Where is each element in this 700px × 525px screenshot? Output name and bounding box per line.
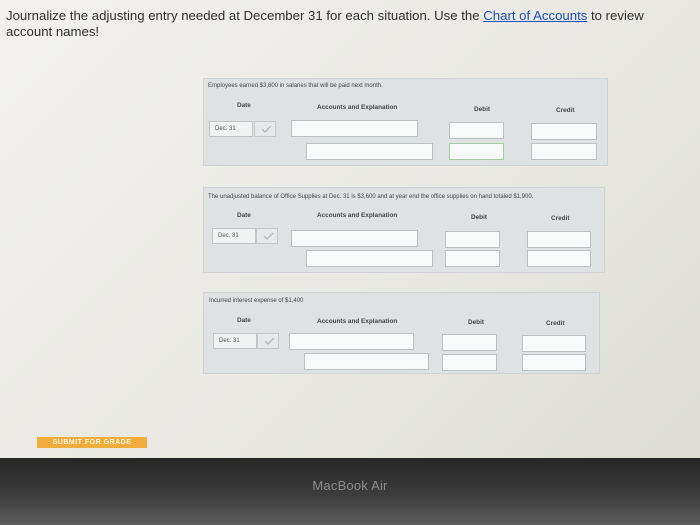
debit-input[interactable] [442,334,497,351]
credit-header: Credit [556,107,575,114]
checkmark-icon [256,228,278,244]
debit-input[interactable] [449,122,504,139]
browser-screen: Journalize the adjusting entry needed at… [0,0,700,458]
submit-for-grade-button[interactable]: SUBMIT FOR GRADE [37,437,147,448]
macbook-brand-label: MacBook Air [312,478,388,493]
debit-header: Debit [474,106,490,113]
account-input-2[interactable] [306,250,433,267]
entry-prompt: Incurred interest expense of $1,400 [209,298,304,304]
credit-input[interactable] [527,231,591,248]
account-input-2[interactable] [304,353,429,370]
journal-entry-card-2: The unadjusted balance of Office Supplie… [203,187,605,273]
account-input[interactable] [291,230,418,247]
checkmark-icon [254,121,276,137]
accounts-header: Accounts and Explanation [317,318,398,325]
date-cell: Dec. 31 [213,333,257,349]
credit-header: Credit [551,215,570,222]
date-cell: Dec. 31 [209,121,253,137]
date-cell: Dec. 31 [212,228,256,244]
journal-entry-card-3: Incurred interest expense of $1,400 Date… [203,292,600,374]
account-input[interactable] [291,120,418,137]
instructions-text: Journalize the adjusting entry needed at… [6,8,484,23]
accounts-header: Accounts and Explanation [317,212,398,219]
entry-prompt: Employees earned $3,600 in salaries that… [208,83,383,89]
accounts-header: Accounts and Explanation [317,104,398,111]
debit-header: Debit [468,319,484,326]
date-header: Date [237,317,251,324]
debit-input[interactable] [445,231,500,248]
journal-entry-card-1: Employees earned $3,600 in salaries that… [203,78,608,166]
debit-input-2[interactable] [442,354,497,371]
date-header: Date [237,102,251,109]
instructions: Journalize the adjusting entry needed at… [6,8,666,40]
account-input[interactable] [289,333,414,350]
credit-input-2[interactable] [522,354,586,371]
date-header: Date [237,212,251,219]
credit-header: Credit [546,320,565,327]
credit-input-2[interactable] [527,250,591,267]
debit-input-2[interactable] [449,143,504,160]
chart-of-accounts-link[interactable]: Chart of Accounts [483,8,587,23]
checkmark-icon [257,333,279,349]
entry-prompt: The unadjusted balance of Office Supplie… [208,194,534,200]
laptop-bezel: MacBook Air [0,458,700,525]
credit-input[interactable] [522,335,586,352]
credit-input-2[interactable] [531,143,597,160]
debit-header: Debit [471,214,487,221]
account-input-2[interactable] [306,143,433,160]
debit-input-2[interactable] [445,250,500,267]
credit-input[interactable] [531,123,597,140]
